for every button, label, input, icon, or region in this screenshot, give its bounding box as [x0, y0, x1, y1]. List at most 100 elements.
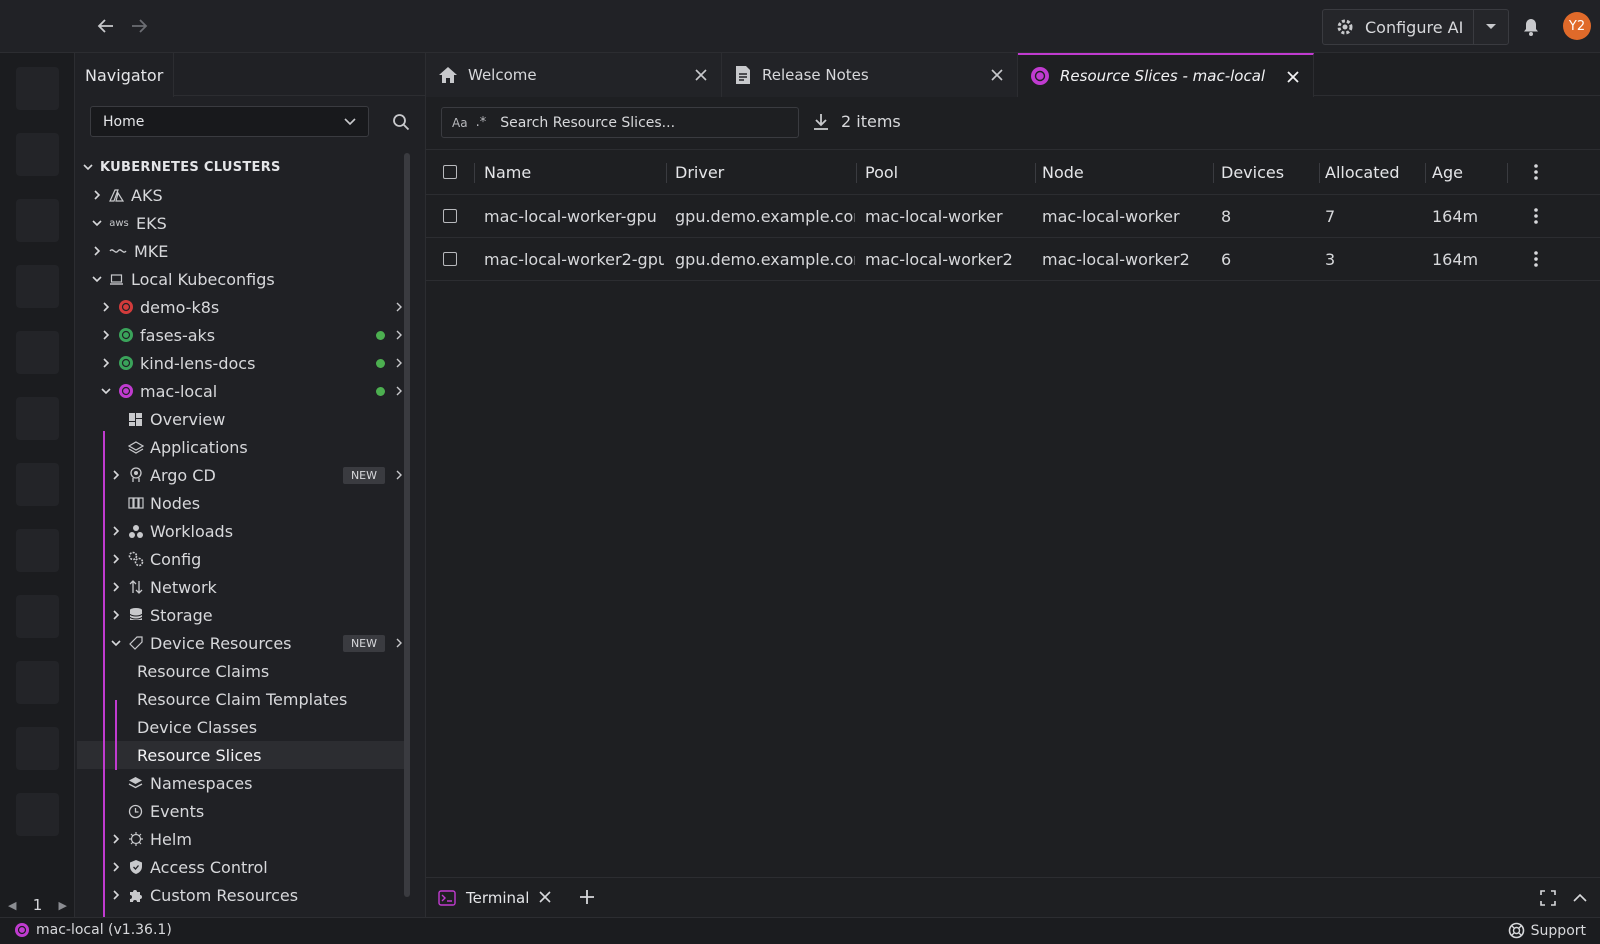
- tree-item-demo-k8s[interactable]: demo-k8s: [75, 293, 405, 321]
- row-checkbox[interactable]: [443, 238, 467, 280]
- search-input[interactable]: Aa .* Search Resource Slices...: [441, 107, 799, 138]
- tree-item-overview[interactable]: Overview: [75, 405, 405, 433]
- kebab-menu-icon: [1526, 206, 1546, 226]
- column-header-driver[interactable]: Driver: [675, 150, 855, 194]
- tree-item-resource-slices[interactable]: Resource Slices: [77, 741, 405, 769]
- navigator-search-button[interactable]: [388, 109, 414, 135]
- notifications-button[interactable]: [1518, 14, 1544, 40]
- tree-item-device-classes[interactable]: Device Classes: [75, 713, 405, 741]
- column-header-devices[interactable]: Devices: [1221, 150, 1321, 194]
- rail-slot[interactable]: [16, 595, 59, 638]
- configure-ai-button[interactable]: Configure AI: [1323, 10, 1475, 44]
- rail-slot[interactable]: [16, 727, 59, 770]
- rail-slot[interactable]: [16, 199, 59, 242]
- config-icon: [127, 551, 144, 568]
- navigator-title[interactable]: Navigator: [75, 53, 174, 97]
- tree-item-workloads[interactable]: Workloads: [75, 517, 405, 545]
- column-menu-button[interactable]: [1526, 150, 1550, 194]
- navigator-select-value: Home: [103, 113, 145, 130]
- column-header-node[interactable]: Node: [1042, 150, 1212, 194]
- rail-slot[interactable]: [16, 463, 59, 506]
- column-divider: [1035, 163, 1036, 183]
- tab-resource-slices[interactable]: Resource Slices - mac-local: [1018, 53, 1314, 97]
- rail-slot[interactable]: [16, 331, 59, 374]
- pager-prev-icon[interactable]: ◀: [8, 899, 16, 912]
- table-row[interactable]: mac-local-worker2-gpu gpu.demo.example.c…: [426, 238, 1600, 281]
- section-kubernetes-clusters[interactable]: KUBERNETES CLUSTERS: [75, 153, 405, 181]
- tree-item-namespaces[interactable]: Namespaces: [75, 769, 405, 797]
- chevron-down-icon: [344, 117, 356, 125]
- column-header-name[interactable]: Name: [484, 150, 664, 194]
- caret-down-icon: [1486, 24, 1497, 29]
- dock-tab-terminal[interactable]: Terminal: [438, 886, 551, 910]
- tree-item-resource-claim-templates[interactable]: Resource Claim Templates: [75, 685, 405, 713]
- tree-item-resource-claims[interactable]: Resource Claims: [75, 657, 405, 685]
- pager-next-icon[interactable]: ▶: [59, 899, 67, 912]
- tree-item-applications[interactable]: Applications: [75, 433, 405, 461]
- cell-allocated: 7: [1325, 206, 1336, 226]
- tree-item-events[interactable]: Events: [75, 797, 405, 825]
- rail-slot[interactable]: [16, 133, 59, 176]
- tree-item-aks[interactable]: AKS: [75, 181, 405, 209]
- column-header-pool[interactable]: Pool: [865, 150, 1035, 194]
- rail-slot[interactable]: [16, 265, 59, 308]
- chevron-right-icon: [109, 524, 123, 538]
- dock-maximize-button[interactable]: [1538, 888, 1558, 908]
- rail-slot[interactable]: [16, 67, 59, 110]
- close-icon[interactable]: [693, 67, 709, 83]
- user-avatar[interactable]: Y2: [1563, 12, 1591, 40]
- row-menu-button[interactable]: [1526, 195, 1550, 237]
- rail-slot[interactable]: [16, 793, 59, 836]
- row-checkbox[interactable]: [443, 195, 467, 237]
- configure-ai-label: Configure AI: [1365, 17, 1464, 37]
- rail-slot[interactable]: [16, 397, 59, 440]
- tree-item-nodes[interactable]: Nodes: [75, 489, 405, 517]
- tree-item-config[interactable]: Config: [75, 545, 405, 573]
- rail-slot[interactable]: [16, 529, 59, 572]
- support-link[interactable]: Support: [1508, 922, 1586, 939]
- tree-item-eks[interactable]: aws EKS: [75, 209, 405, 237]
- navigator-select[interactable]: Home: [90, 106, 369, 137]
- row-actions: [376, 385, 405, 397]
- tree-item-mke[interactable]: MKE: [75, 237, 405, 265]
- kubernetes-icon: [117, 383, 134, 400]
- case-sensitive-toggle[interactable]: Aa: [452, 116, 468, 130]
- navigator-scrollbar[interactable]: [404, 153, 410, 897]
- dock-expand-button[interactable]: [1570, 888, 1590, 908]
- tree-item-device-resources[interactable]: Device Resources NEW: [75, 629, 405, 657]
- tree-item-storage[interactable]: Storage: [75, 601, 405, 629]
- select-all-checkbox[interactable]: [443, 150, 467, 194]
- tree-item-argo-cd[interactable]: Argo CD NEW: [75, 461, 405, 489]
- tree-item-fases-aks[interactable]: fases-aks: [75, 321, 405, 349]
- cell-name: mac-local-worker2-gpu: [484, 249, 664, 269]
- tab-release-notes[interactable]: Release Notes: [722, 53, 1018, 97]
- close-icon[interactable]: [989, 67, 1005, 83]
- close-icon[interactable]: [539, 889, 551, 907]
- items-count: 2 items: [841, 112, 901, 131]
- forward-button[interactable]: [125, 12, 153, 40]
- column-header-age[interactable]: Age: [1432, 150, 1512, 194]
- back-button[interactable]: [92, 12, 120, 40]
- regex-toggle[interactable]: .*: [476, 115, 487, 130]
- terminal-icon: [438, 890, 456, 906]
- configure-ai-dropdown-button[interactable]: [1474, 10, 1508, 44]
- helm-icon: [127, 831, 144, 848]
- download-button[interactable]: [810, 111, 832, 133]
- tree-item-mac-local[interactable]: mac-local: [75, 377, 405, 405]
- navigator-panel: Navigator Home KUBERNETES CLUSTERS AKS a…: [75, 53, 426, 917]
- close-icon[interactable]: [1285, 69, 1301, 85]
- row-menu-button[interactable]: [1526, 238, 1550, 280]
- tab-welcome[interactable]: Welcome: [426, 53, 722, 97]
- column-header-allocated[interactable]: Allocated: [1325, 150, 1425, 194]
- tree-item-kind-lens-docs[interactable]: kind-lens-docs: [75, 349, 405, 377]
- tree-item-helm[interactable]: Helm: [75, 825, 405, 853]
- tree-item-network[interactable]: Network: [75, 573, 405, 601]
- tree-item-access-control[interactable]: Access Control: [75, 853, 405, 881]
- tree-item-local-kubeconfigs[interactable]: Local Kubeconfigs: [75, 265, 405, 293]
- tree-item-custom-resources[interactable]: Custom Resources: [75, 881, 405, 909]
- new-terminal-button[interactable]: [576, 886, 598, 908]
- rail-slot[interactable]: [16, 661, 59, 704]
- active-cluster-status[interactable]: mac-local (v1.36.1): [14, 922, 172, 938]
- table-row[interactable]: mac-local-worker-gpu gpu.demo.example.co…: [426, 195, 1600, 238]
- layers-icon: [127, 439, 144, 456]
